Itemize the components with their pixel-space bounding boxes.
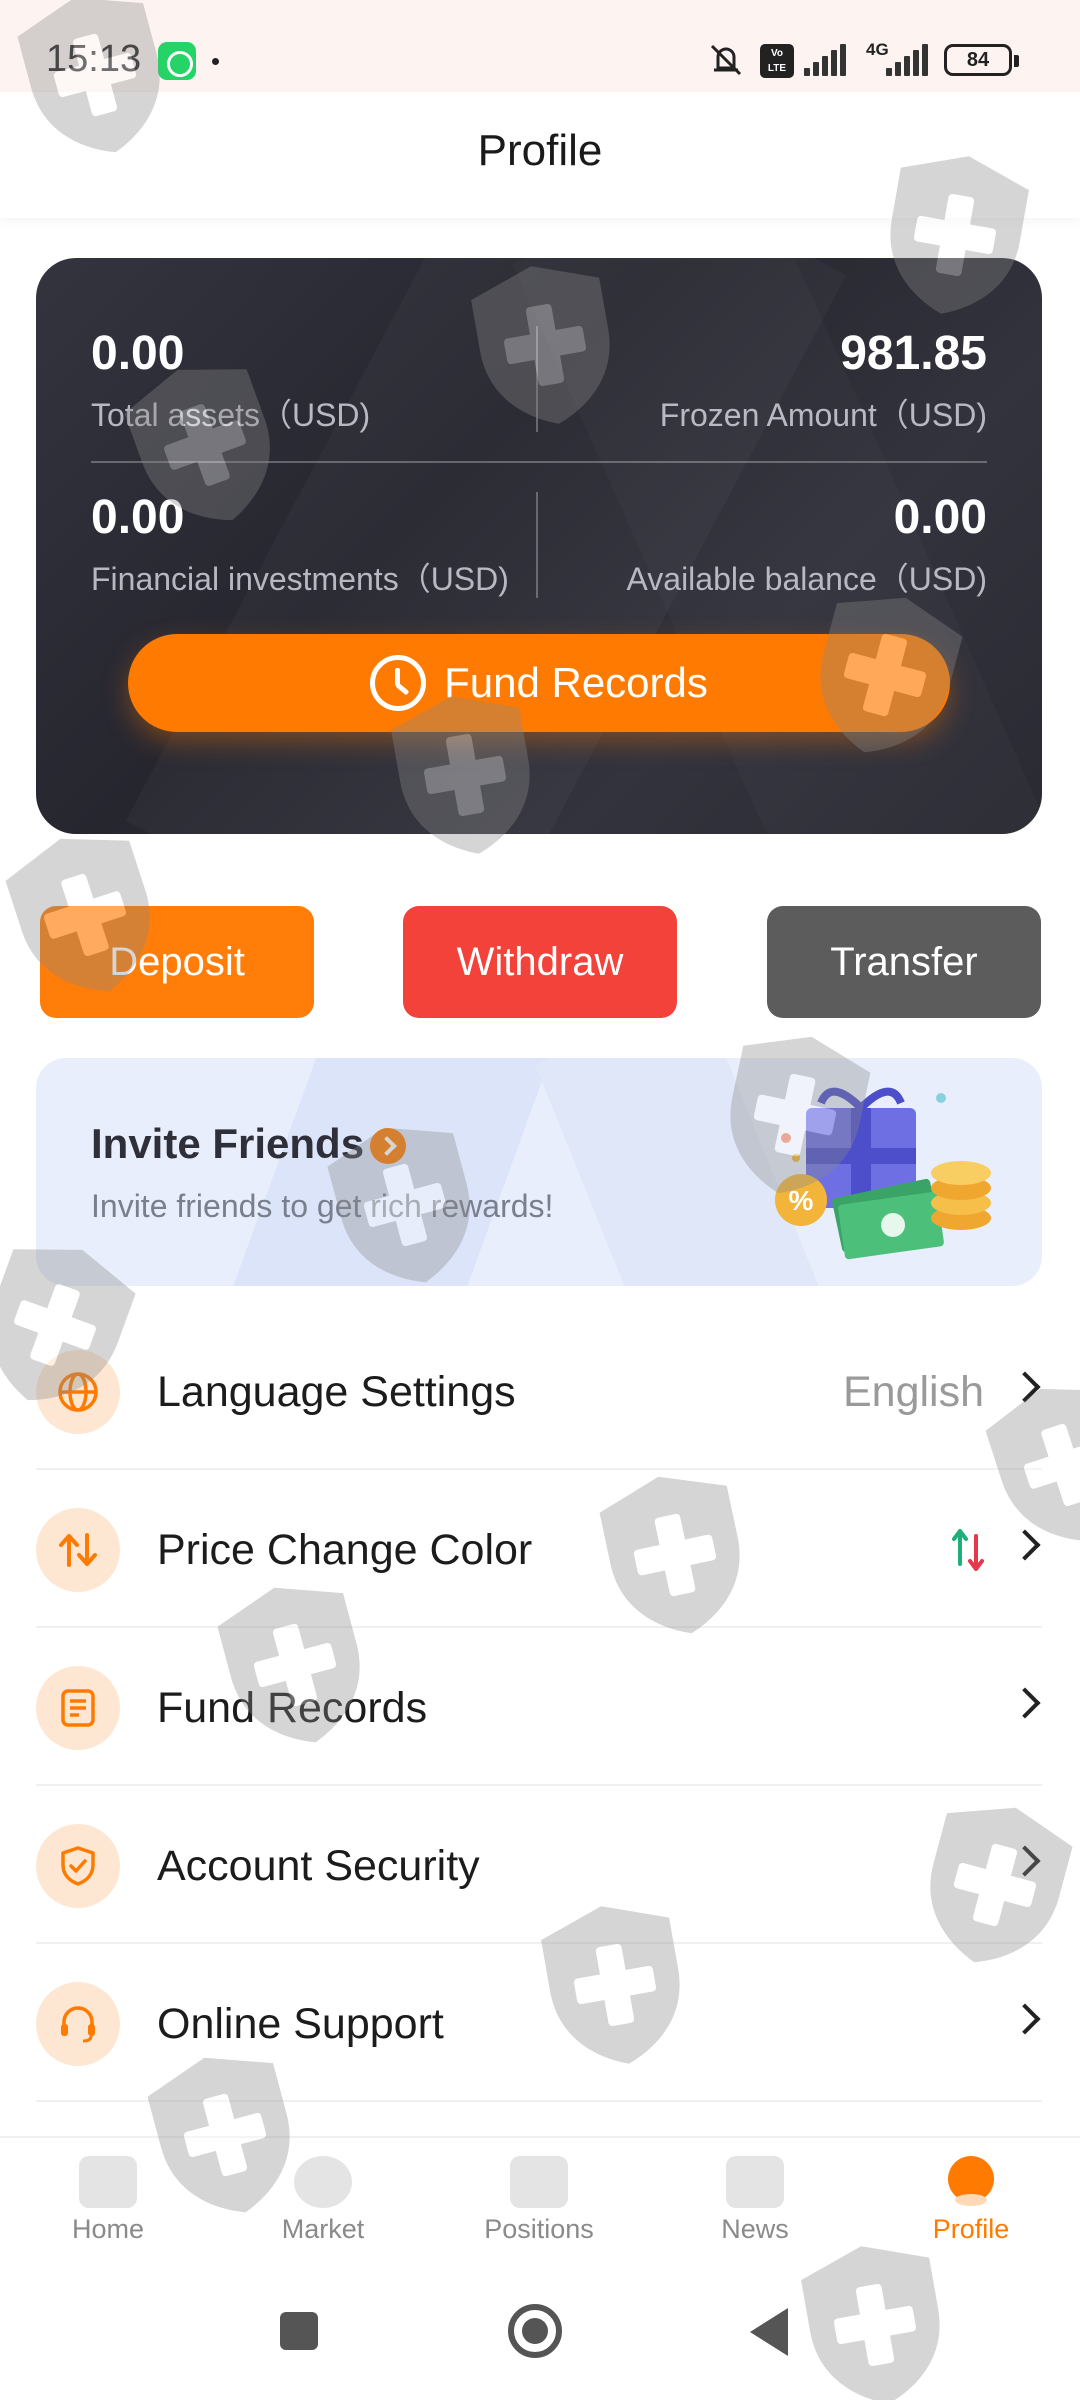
price-change-icon — [36, 1508, 120, 1592]
frozen-amount-value: 981.85 — [840, 327, 987, 380]
arrow-right-icon — [370, 1128, 406, 1164]
divider — [91, 461, 987, 463]
chevron-right-icon — [1009, 1845, 1041, 1877]
menu-label: Language Settings — [157, 1368, 516, 1416]
chevron-right-icon — [1009, 2003, 1041, 2035]
mute-icon — [710, 44, 742, 76]
nav-label: Market — [281, 2214, 365, 2244]
nav-profile[interactable]: Profile — [896, 2156, 1046, 2245]
chevron-right-icon — [1009, 1687, 1041, 1719]
document-icon — [36, 1666, 120, 1750]
nav-label: Home — [71, 2214, 145, 2244]
menu-label: Online Support — [157, 2000, 444, 2048]
volte-icon: Vo LTE — [760, 44, 794, 78]
nav-home[interactable]: Home — [33, 2156, 183, 2245]
news-icon — [726, 2156, 784, 2208]
invite-subtitle: Invite friends to get rich rewards! — [91, 1188, 554, 1224]
home-button[interactable] — [508, 2304, 562, 2358]
market-icon — [294, 2156, 352, 2208]
clock-icon — [370, 655, 427, 711]
language-value: English — [842, 1368, 984, 1416]
up-down-color-icon — [952, 1529, 984, 1571]
positions-icon — [510, 2156, 568, 2208]
system-nav-bar — [0, 2260, 1080, 2400]
whatsapp-icon — [158, 42, 196, 80]
menu-online-support[interactable]: Online Support — [36, 1944, 1042, 2102]
app-header: Profile — [0, 92, 1080, 218]
battery-icon: 84 — [944, 44, 1019, 76]
chevron-right-icon — [1009, 1529, 1041, 1561]
fund-records-button-label: Fund Records — [444, 659, 708, 706]
shield-check-icon — [36, 1824, 120, 1908]
profile-icon — [942, 2156, 1000, 2208]
signal-icon — [804, 42, 850, 76]
nav-label: News — [721, 2214, 789, 2244]
menu-label: Price Change Color — [157, 1526, 533, 1574]
page-title: Profile — [477, 126, 603, 175]
transfer-button[interactable]: Transfer — [767, 906, 1041, 1018]
menu-label: Account Security — [157, 1842, 480, 1890]
nav-market[interactable]: Market — [248, 2156, 398, 2245]
divider — [536, 492, 538, 598]
chevron-right-icon — [1009, 1371, 1041, 1403]
financial-investments-value: 0.00 — [91, 491, 185, 544]
back-button[interactable] — [750, 2308, 788, 2356]
notification-dot-icon — [212, 58, 219, 65]
total-assets-value: 0.00 — [91, 327, 185, 380]
fund-records-button[interactable]: Fund Records — [128, 634, 950, 732]
nav-positions[interactable]: Positions — [464, 2156, 614, 2245]
home-icon — [79, 2156, 137, 2208]
globe-icon — [36, 1350, 120, 1434]
nav-news[interactable]: News — [680, 2156, 830, 2245]
withdraw-button[interactable]: Withdraw — [403, 906, 677, 1018]
nav-label: Positions — [484, 2214, 594, 2244]
menu-language-settings[interactable]: Language Settings English — [36, 1312, 1042, 1470]
invite-friends-banner[interactable]: Invite Friends Invite friends to get ric… — [36, 1058, 1042, 1286]
available-balance-value: 0.00 — [893, 491, 987, 544]
menu-price-change-color[interactable]: Price Change Color — [36, 1470, 1042, 1628]
deposit-button[interactable]: Deposit — [40, 906, 314, 1018]
status-time: 15:13 — [46, 38, 142, 80]
signal-4g-icon — [886, 42, 932, 76]
nav-label: Profile — [932, 2214, 1010, 2244]
gift-illustration-icon: % — [775, 1087, 991, 1260]
recent-apps-button[interactable] — [280, 2312, 318, 2350]
menu-account-security[interactable]: Account Security — [36, 1786, 1042, 1944]
bottom-nav: Home Market Positions News Profile — [0, 2136, 1080, 2260]
available-balance-label: Available balance（USD) — [626, 561, 988, 597]
headset-icon — [36, 1982, 120, 2066]
divider — [536, 326, 538, 432]
frozen-amount-label: Frozen Amount（USD) — [659, 397, 987, 433]
financial-investments-label: Financial investments（USD) — [91, 561, 509, 597]
invite-title: Invite Friends — [91, 1120, 365, 1167]
status-bar: 15:13 Vo LTE 4G 84 — [0, 0, 1080, 92]
svg-text:%: % — [789, 1185, 814, 1216]
menu-fund-records[interactable]: Fund Records — [36, 1628, 1042, 1786]
assets-card: 0.00 Total assets（USD) 981.85 Frozen Amo… — [36, 258, 1042, 834]
total-assets-label: Total assets（USD) — [91, 397, 371, 433]
menu-label: Fund Records — [157, 1684, 428, 1732]
